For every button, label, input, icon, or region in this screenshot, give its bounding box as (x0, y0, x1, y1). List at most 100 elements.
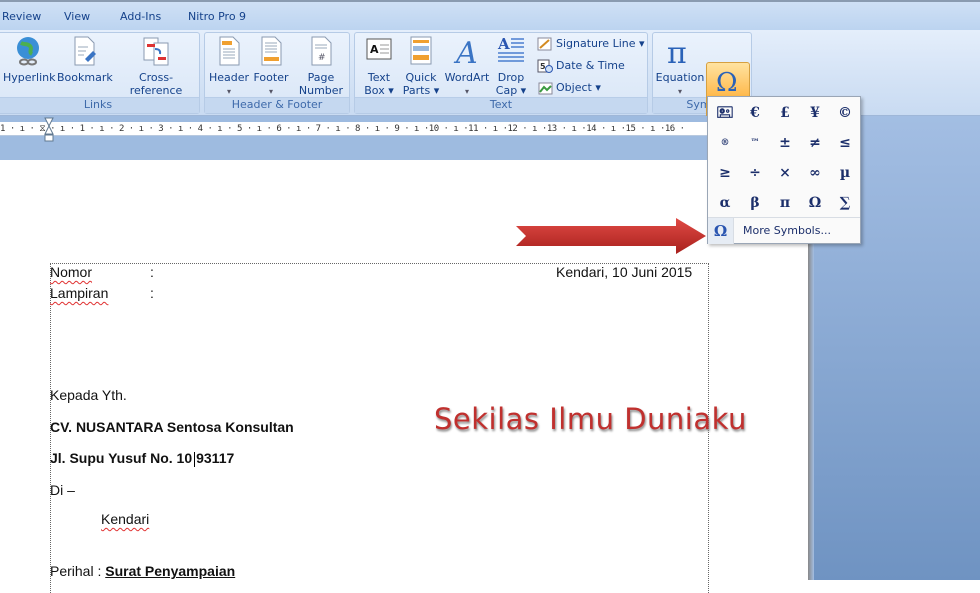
group-header-footer: Header ▾ Footer ▾ # Page Number ▾ Header… (204, 32, 350, 114)
footer-icon (261, 36, 282, 66)
symbol-cell[interactable]: ∞ (800, 158, 830, 188)
wordart-label: WordArt (444, 71, 490, 84)
group-links: Hyperlink Bookmark Cross-reference Links (0, 32, 200, 114)
tab-view[interactable]: View (64, 10, 90, 23)
header-icon (219, 36, 240, 66)
drop-cap-icon: A (497, 35, 524, 62)
date-time-label: Date & Time (556, 59, 625, 72)
text-cursor (194, 451, 196, 467)
cross-reference-button[interactable]: Cross-reference (115, 35, 197, 97)
svg-text:π: π (667, 36, 687, 67)
equation-button[interactable]: π Equation ▾ (655, 35, 705, 98)
globe-link-icon (17, 37, 39, 66)
text-box-button[interactable]: A Text Box ▾ (359, 35, 399, 97)
hyperlink-button[interactable]: Hyperlink (3, 35, 56, 84)
horizontal-ruler[interactable]: 1 · ı · ⧖ · ı · 1 · ı · 2 · ı · 3 · ı · … (0, 122, 710, 136)
omega-icon: Ω (716, 68, 738, 97)
svg-text:A: A (370, 43, 379, 56)
symbol-cell[interactable]: β (740, 188, 770, 218)
text-group-label: Text (355, 97, 647, 113)
cross-reference-label: Cross-reference (129, 71, 183, 97)
symbol-cell[interactable]: ÷ (740, 158, 770, 188)
bookmark-button[interactable]: Bookmark (57, 35, 113, 84)
symbol-cell[interactable]: ∑ (830, 188, 860, 218)
symbol-cell[interactable]: × (770, 158, 800, 188)
svg-text:#: # (318, 53, 326, 63)
bookmark-label: Bookmark (57, 71, 113, 84)
symbol-cell[interactable]: π (770, 188, 800, 218)
wordart-button[interactable]: A WordArt ▾ (443, 35, 491, 98)
svg-text:A: A (497, 35, 510, 53)
page-number-icon: # (311, 36, 332, 66)
text-box-icon: A (366, 38, 392, 60)
address-line: Jl. Supu Yusuf No. 10 93117 (50, 450, 234, 467)
lampiran-label: Lampiran (50, 285, 109, 301)
header-button[interactable]: Header ▾ (209, 35, 249, 98)
wordart-dropdown-arrow[interactable]: ▾ (465, 87, 469, 96)
equation-dropdown-arrow[interactable]: ▾ (678, 87, 682, 96)
header-dropdown-arrow[interactable]: ▾ (227, 87, 231, 96)
date-time-button[interactable]: 5 Date & Time (537, 57, 625, 75)
symbol-cell[interactable]: α (710, 188, 740, 218)
tab-add-ins[interactable]: Add-Ins (120, 10, 161, 23)
equation-label: Equation (655, 71, 705, 84)
object-label: Object ▾ (556, 81, 601, 94)
city-line: Kendari (101, 511, 150, 527)
symbol-cell[interactable]: ≠ (800, 128, 830, 158)
drop-cap-label: Drop (497, 71, 525, 84)
quick-parts-icon (410, 36, 432, 65)
indent-marker-icon[interactable] (44, 116, 54, 142)
symbol-cell[interactable]: ≥ (710, 158, 740, 188)
red-arrow-annotation (516, 218, 706, 254)
symbol-cell[interactable]: £ (770, 98, 800, 128)
header-footer-group-label: Header & Footer (205, 97, 349, 113)
company-line: CV. NUSANTARA Sentosa Konsultan (50, 419, 294, 435)
svg-text:Ω: Ω (716, 68, 738, 97)
address-street: Jl. Supu Yusuf No. 10 (50, 450, 193, 466)
object-button[interactable]: Object ▾ (537, 79, 601, 97)
tab-review[interactable]: Review (2, 10, 41, 23)
quick-parts-label-2: Parts ▾ (402, 84, 440, 97)
header-label: Header (209, 71, 250, 84)
perihal-label: Perihal : (50, 563, 102, 579)
calendar-clock-icon: 5 (537, 59, 553, 73)
watermark-text: Sekilas Ilmu Duniaku (434, 402, 747, 436)
signature-line-button[interactable]: Signature Line ▾ (537, 35, 645, 53)
hyperlink-label: Hyperlink (3, 71, 56, 84)
group-text: A Text Box ▾ Quick Parts ▾ A WordArt ▾ A… (354, 32, 648, 114)
tab-nitro-pro[interactable]: Nitro Pro 9 (188, 10, 246, 23)
page-number-label: Page (307, 71, 335, 84)
symbol-cell[interactable]: 🖭 (710, 98, 740, 128)
symbol-cell[interactable]: ® (710, 128, 740, 158)
footer-dropdown-arrow[interactable]: ▾ (269, 87, 273, 96)
lampiran-colon: : (150, 285, 154, 301)
bookmark-icon (74, 36, 96, 66)
address-postcode: 93117 (196, 450, 235, 466)
quick-parts-button[interactable]: Quick Parts ▾ (401, 35, 441, 97)
signature-line-icon (537, 37, 552, 51)
cross-reference-icon (143, 37, 169, 66)
symbol-cell[interactable]: µ (830, 158, 860, 188)
perihal-line: Perihal : Surat Penyampaian (50, 563, 235, 579)
nomor-colon: : (150, 264, 154, 280)
more-symbols-label: More Symbols... (743, 224, 831, 237)
text-box-label-2: Box ▾ (364, 84, 394, 97)
drop-cap-button[interactable]: A Drop Cap ▾ (493, 35, 529, 97)
symbol-cell[interactable]: ™ (740, 128, 770, 158)
symbol-cell[interactable]: € (740, 98, 770, 128)
footer-button[interactable]: Footer ▾ (251, 35, 291, 98)
symbol-cell[interactable]: ± (770, 128, 800, 158)
footer-label: Footer (253, 71, 289, 84)
pi-icon: π (667, 36, 687, 67)
wordart-icon: A (453, 36, 478, 67)
drop-cap-label-2: Cap ▾ (495, 84, 527, 97)
symbol-cell[interactable]: ≤ (830, 128, 860, 158)
more-symbols-item[interactable]: Ω More Symbols... (708, 217, 860, 244)
symbol-cell[interactable]: Ω (800, 188, 830, 218)
symbol-cell[interactable]: © (830, 98, 860, 128)
text-box-label: Text (367, 71, 391, 84)
svg-text:A: A (453, 36, 478, 67)
symbol-cell[interactable]: ¥ (800, 98, 830, 128)
omega-icon: Ω (708, 218, 734, 244)
symbol-dropdown-menu: Ω More Symbols... 🖭 € £ ¥ © ® ™ ± ≠ ≤ ≥ ÷ × ∞ µ α β π Ω ∑ (707, 96, 861, 244)
